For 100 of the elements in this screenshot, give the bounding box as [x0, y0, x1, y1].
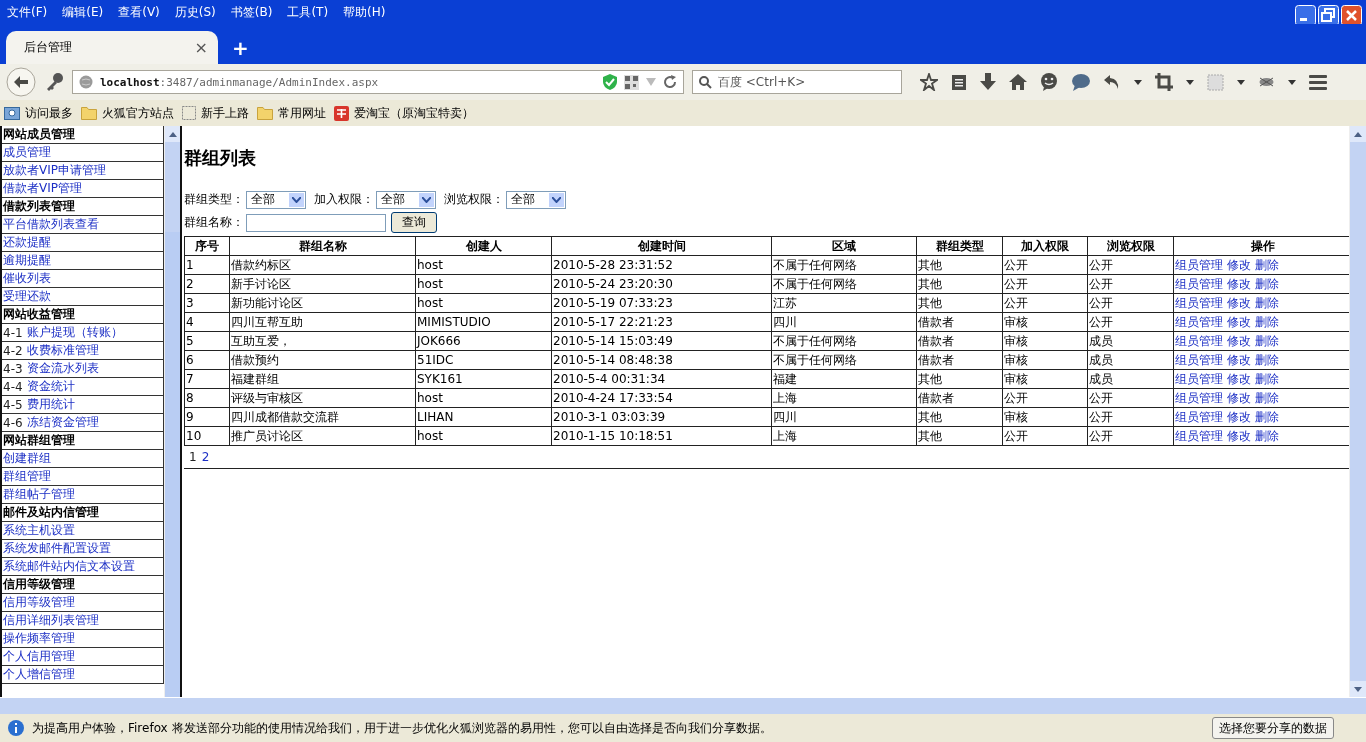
search-field[interactable]: 百度 <Ctrl+K> [692, 70, 902, 94]
action-link[interactable]: 删除 [1254, 409, 1279, 424]
bookmark-link[interactable]: 新手上路 [201, 104, 249, 122]
sidebar-link[interactable]: 群组帖子管理 [3, 486, 75, 503]
shop-icon[interactable] [334, 105, 349, 121]
sidebar-link[interactable]: 受理还款 [3, 288, 51, 305]
sidebar-link[interactable]: 借款者VIP管理 [3, 180, 82, 197]
query-button[interactable]: 查询 [391, 212, 437, 233]
share-data-button[interactable]: 选择您要分享的数据 [1212, 717, 1334, 739]
action-link[interactable]: 组员管理 [1175, 295, 1223, 310]
back-icon[interactable] [6, 67, 36, 97]
action-link[interactable]: 修改 [1226, 314, 1251, 329]
action-link[interactable]: 组员管理 [1175, 409, 1223, 424]
sidebar-link[interactable]: 冻结资金管理 [26, 414, 99, 431]
sidebar-link[interactable]: 信用等级管理 [3, 594, 75, 611]
sidebar-link[interactable]: 群组管理 [3, 468, 51, 485]
action-link[interactable]: 修改 [1226, 428, 1251, 443]
home-icon[interactable] [1009, 74, 1027, 90]
horizontal-scrollbar[interactable] [0, 697, 1366, 714]
action-link[interactable]: 组员管理 [1175, 314, 1223, 329]
sidebar-link[interactable]: 信用详细列表管理 [3, 612, 99, 629]
action-link[interactable]: 修改 [1226, 257, 1251, 272]
action-link[interactable]: 组员管理 [1175, 428, 1223, 443]
action-link[interactable]: 组员管理 [1175, 352, 1223, 367]
action-link[interactable]: 删除 [1254, 428, 1279, 443]
new-tab-button[interactable]: + [232, 36, 249, 60]
sidebar-link[interactable]: 催收列表 [3, 270, 51, 287]
caret-icon[interactable] [1186, 79, 1194, 85]
filter-dropdown[interactable]: 全部 [506, 190, 566, 209]
caret-icon[interactable] [1288, 79, 1296, 85]
action-link[interactable]: 删除 [1254, 390, 1279, 405]
page-link[interactable]: 1 [189, 450, 197, 464]
close-icon[interactable] [1341, 4, 1362, 26]
caret-icon[interactable] [552, 196, 561, 203]
sidebar-link[interactable]: 放款者VIP申请管理 [3, 162, 106, 179]
scroll-up-icon[interactable] [1354, 131, 1362, 137]
caret-icon[interactable] [1134, 79, 1142, 85]
sidebar-link[interactable]: 平台借款列表查看 [3, 216, 99, 233]
sidebar-link[interactable]: 逾期提醒 [3, 252, 51, 269]
minimize-icon[interactable] [1295, 4, 1316, 26]
action-link[interactable]: 修改 [1226, 295, 1251, 310]
group-name-field[interactable] [246, 213, 386, 232]
action-link[interactable]: 修改 [1226, 333, 1251, 348]
action-link[interactable]: 修改 [1226, 390, 1251, 405]
sidebar-link[interactable]: 还款提醒 [3, 234, 51, 251]
sidebar-link[interactable]: 资金统计 [26, 378, 75, 395]
menu-item[interactable]: 历史(S) [174, 3, 216, 21]
sidebar-link[interactable]: 收费标准管理 [26, 342, 99, 359]
maximize-icon[interactable] [1318, 4, 1339, 26]
smiley-icon[interactable] [1040, 73, 1058, 91]
action-link[interactable]: 组员管理 [1175, 390, 1223, 405]
caret-icon[interactable] [1237, 79, 1245, 85]
action-link[interactable]: 修改 [1226, 276, 1251, 291]
action-link[interactable]: 删除 [1254, 276, 1279, 291]
action-link[interactable]: 修改 [1226, 409, 1251, 424]
sidebar-link[interactable]: 操作频率管理 [3, 630, 75, 647]
action-link[interactable]: 修改 [1226, 352, 1251, 367]
menu-item[interactable]: 工具(T) [287, 3, 329, 21]
address-bar[interactable]: localhost:3487/adminmanage/AdminIndex.aspx [72, 70, 684, 94]
sidebar-link[interactable]: 系统主机设置 [3, 522, 75, 539]
crop-icon[interactable] [1155, 73, 1173, 91]
caret-icon[interactable] [422, 196, 431, 203]
shield-icon[interactable] [603, 74, 617, 90]
download-icon[interactable] [980, 73, 996, 91]
bookmark-link[interactable]: 火狐官方站点 [102, 104, 174, 122]
filter-dropdown[interactable]: 全部 [376, 190, 436, 209]
action-link[interactable]: 组员管理 [1175, 371, 1223, 386]
search-folder-icon[interactable] [4, 106, 20, 120]
sidebar-link[interactable]: 创建群组 [3, 450, 51, 467]
browser-tab[interactable]: 后台管理 × [6, 31, 218, 64]
sidebar-link[interactable]: 费用统计 [26, 396, 75, 413]
action-link[interactable]: 组员管理 [1175, 333, 1223, 348]
action-link[interactable]: 修改 [1226, 371, 1251, 386]
sidebar-link[interactable]: 个人增信管理 [3, 666, 75, 683]
scrollbar[interactable] [1349, 126, 1366, 697]
sidebar-link[interactable]: 系统发邮件配置设置 [3, 540, 111, 557]
menu-item[interactable]: 编辑(E) [62, 3, 104, 21]
action-link[interactable]: 删除 [1254, 352, 1279, 367]
action-link[interactable]: 删除 [1254, 371, 1279, 386]
chat-icon[interactable] [1071, 73, 1090, 91]
action-link[interactable]: 组员管理 [1175, 257, 1223, 272]
menu-item[interactable]: 帮助(H) [343, 3, 386, 21]
action-link[interactable]: 组员管理 [1175, 276, 1223, 291]
scroll-up-icon[interactable] [168, 131, 177, 137]
scrollbar[interactable] [164, 126, 180, 697]
bookmark-link[interactable]: 访问最多 [25, 104, 73, 122]
action-link[interactable]: 删除 [1254, 257, 1279, 272]
bookmark-link[interactable]: 爱淘宝（原淘宝特卖） [354, 104, 474, 122]
sidebar-link[interactable]: 成员管理 [3, 144, 51, 161]
page-link[interactable]: 2 [201, 450, 210, 464]
sidebar-link[interactable]: 资金流水列表 [26, 360, 99, 377]
page-icon[interactable] [182, 106, 196, 120]
sidebar-link[interactable]: 账户提现（转账） [26, 324, 123, 341]
menu-item[interactable]: 查看(V) [118, 3, 160, 21]
sidebar-link[interactable]: 系统邮件站内信文本设置 [3, 558, 135, 575]
clipboard-icon[interactable] [951, 73, 967, 91]
tab-close-button[interactable]: × [194, 38, 208, 57]
reload-icon[interactable] [663, 75, 677, 89]
qr-code-icon[interactable] [624, 74, 639, 90]
action-link[interactable]: 删除 [1254, 295, 1279, 310]
